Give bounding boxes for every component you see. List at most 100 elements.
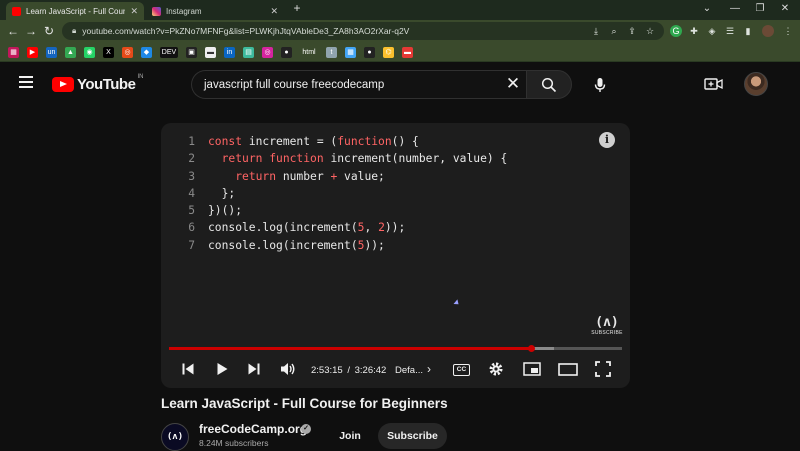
youtube-logo[interactable]: YouTube IN bbox=[52, 74, 143, 94]
bookmark-item[interactable]: ▦ bbox=[345, 47, 356, 58]
next-button[interactable] bbox=[245, 360, 263, 378]
code-token: return bbox=[235, 169, 283, 183]
subscriber-count: 8.24M subscribers bbox=[199, 438, 269, 448]
close-icon[interactable]: ✕ bbox=[503, 75, 523, 92]
bookmark-item[interactable]: ● bbox=[364, 47, 375, 58]
bookmark-item[interactable]: t bbox=[326, 47, 337, 58]
code-text: return number + value; bbox=[195, 168, 385, 185]
tab-title: Learn JavaScript - Full Course for Begin… bbox=[26, 6, 126, 16]
reload-icon[interactable]: ↻ bbox=[42, 24, 56, 38]
side-panel-icon[interactable]: ▮ bbox=[742, 25, 754, 37]
watermark-subscribe-text: SUBSCRIBE bbox=[591, 330, 623, 336]
video-title: Learn JavaScript - Full Course for Begin… bbox=[161, 396, 448, 411]
bookmark-item[interactable]: in bbox=[224, 47, 235, 58]
chapter-title[interactable]: Defa... bbox=[395, 365, 423, 376]
time-separator: / bbox=[347, 365, 350, 376]
address-bar[interactable]: 🔒︎ youtube.com/watch?v=PkZNo7MFNFg&list=… bbox=[62, 22, 664, 40]
bookmark-item[interactable]: ▣ bbox=[186, 47, 197, 58]
volume-button[interactable] bbox=[279, 360, 297, 378]
search-query: javascript full course freecodecamp bbox=[204, 78, 385, 91]
close-tab-icon[interactable]: ✕ bbox=[270, 6, 278, 17]
install-app-icon[interactable]: ⤓ bbox=[590, 25, 602, 37]
subscribe-button[interactable]: Subscribe bbox=[378, 423, 447, 449]
channel-avatar[interactable]: (ʌ) bbox=[161, 423, 189, 451]
code-text: const increment = (function() { bbox=[195, 133, 419, 150]
reading-list-icon[interactable]: ☰ bbox=[724, 25, 736, 37]
play-button[interactable] bbox=[213, 360, 231, 378]
code-text: console.log(increment(5, 2)); bbox=[195, 219, 405, 236]
extension-grammarly-icon[interactable]: G bbox=[670, 25, 682, 37]
bookmark-item[interactable]: ● bbox=[281, 47, 292, 58]
voice-search-button[interactable] bbox=[586, 71, 614, 99]
line-number: 5 bbox=[188, 204, 195, 218]
miniplayer-icon bbox=[523, 362, 541, 376]
extensions-puzzle-icon[interactable]: ✚ bbox=[688, 25, 700, 37]
bookmark-item[interactable]: un bbox=[46, 47, 57, 58]
bookmark-item[interactable]: ◎ bbox=[262, 47, 273, 58]
bookmark-item[interactable]: ▦ bbox=[8, 47, 19, 58]
fullscreen-button[interactable] bbox=[594, 360, 612, 378]
close-tab-icon[interactable]: ✕ bbox=[130, 6, 138, 17]
youtube-header: YouTube IN javascript full course freeco… bbox=[0, 62, 800, 106]
new-tab-button[interactable]: + bbox=[290, 1, 304, 15]
gear-icon bbox=[489, 362, 503, 376]
close-window-icon[interactable]: ✕ bbox=[778, 3, 792, 14]
code-token: () { bbox=[391, 135, 419, 148]
restore-icon[interactable]: ❐ bbox=[753, 3, 767, 14]
line-number: 7 bbox=[188, 238, 195, 252]
previous-button[interactable] bbox=[179, 360, 197, 378]
profile-avatar-icon[interactable] bbox=[762, 25, 774, 37]
code-line: 6 console.log(increment(5, 2)); bbox=[161, 219, 630, 236]
player-controls: 2:53:15 / 3:26:42 Defa... › CC bbox=[161, 356, 630, 382]
code-line: 7 console.log(increment(5)); bbox=[161, 237, 630, 254]
forward-arrow-icon[interactable]: → bbox=[24, 24, 38, 38]
video-player[interactable]: 1 const increment = (function() {2 return… bbox=[161, 123, 630, 388]
search-button[interactable] bbox=[526, 70, 572, 99]
bookmark-item[interactable]: ▬ bbox=[402, 47, 413, 58]
play-icon bbox=[217, 363, 228, 375]
theater-mode-button[interactable] bbox=[558, 360, 578, 378]
progress-bar[interactable] bbox=[169, 345, 622, 352]
bookmark-item[interactable]: DEV bbox=[160, 47, 178, 58]
settings-button[interactable] bbox=[487, 360, 505, 378]
bookmark-item[interactable]: ◎ bbox=[122, 47, 133, 58]
zoom-icon[interactable]: ⌕ bbox=[608, 25, 620, 37]
minimize-icon[interactable]: — bbox=[728, 3, 742, 14]
code-token: + bbox=[330, 169, 345, 183]
tab-instagram[interactable]: Instagram ✕ bbox=[146, 2, 284, 20]
freecodecamp-watermark[interactable]: (ʌ) SUBSCRIBE bbox=[589, 315, 625, 336]
video-camera-plus-icon bbox=[704, 78, 723, 90]
url-text: youtube.com/watch?v=PkZNo7MFNFg&list=PLW… bbox=[82, 26, 410, 36]
progress-scrubber[interactable] bbox=[528, 345, 536, 352]
chrome-menu-icon[interactable]: ⋮ bbox=[782, 25, 794, 37]
hamburger-icon[interactable] bbox=[19, 76, 33, 88]
current-time: 2:53:15 bbox=[311, 365, 343, 376]
chevron-right-icon[interactable]: › bbox=[427, 362, 431, 376]
extension-icon[interactable]: ◈ bbox=[706, 25, 718, 37]
subtitles-button[interactable]: CC bbox=[453, 364, 470, 376]
line-number: 6 bbox=[188, 221, 195, 235]
bookmark-item[interactable]: ◆ bbox=[141, 47, 152, 58]
bookmark-item[interactable]: html bbox=[300, 47, 318, 58]
bookmark-item[interactable]: ▶ bbox=[27, 47, 38, 58]
bookmark-item[interactable]: X bbox=[103, 47, 114, 58]
bookmark-star-icon[interactable]: ☆ bbox=[644, 25, 656, 37]
bookmark-item[interactable]: ◉ bbox=[84, 47, 95, 58]
back-arrow-icon[interactable]: ← bbox=[6, 24, 20, 38]
miniplayer-button[interactable] bbox=[523, 360, 541, 378]
bookmark-item[interactable]: ▬ bbox=[205, 47, 216, 58]
bookmark-item[interactable]: ▤ bbox=[243, 47, 254, 58]
create-video-button[interactable] bbox=[703, 74, 725, 94]
bookmark-item[interactable]: ▲ bbox=[65, 47, 76, 58]
code-token: )); bbox=[384, 221, 406, 235]
join-button[interactable]: Join bbox=[327, 423, 373, 449]
info-icon[interactable]: i bbox=[599, 132, 615, 148]
account-avatar[interactable] bbox=[744, 72, 768, 96]
tab-youtube[interactable]: Learn JavaScript - Full Course for Begin… bbox=[6, 2, 144, 20]
channel-name[interactable]: freeCodeCamp.org bbox=[199, 422, 307, 436]
instagram-favicon-icon bbox=[152, 6, 161, 16]
tab-search-icon[interactable]: ⌄ bbox=[700, 3, 714, 14]
bookmark-item[interactable]: ⌬ bbox=[383, 47, 394, 58]
search-input[interactable]: javascript full course freecodecamp bbox=[191, 70, 526, 99]
share-icon[interactable]: ⇪ bbox=[626, 25, 638, 37]
